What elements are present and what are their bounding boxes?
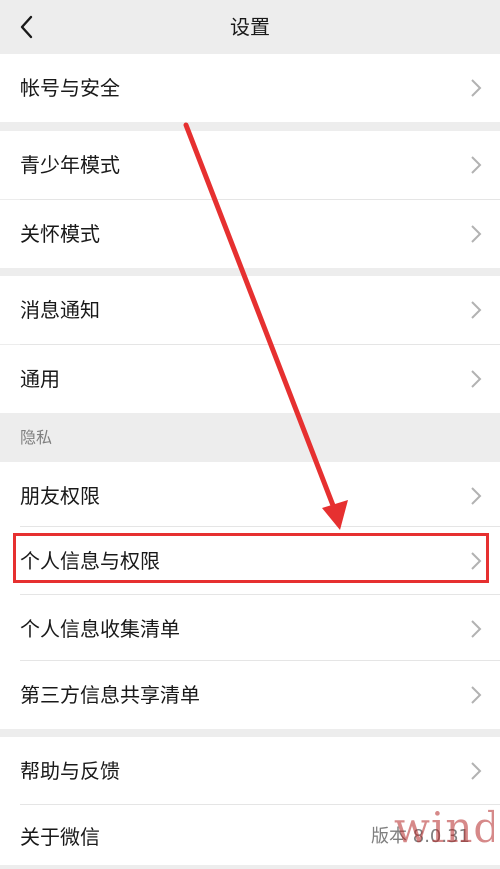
chevron-right-icon: [471, 301, 482, 319]
settings-item-personal-info-collection-list[interactable]: 个人信息收集清单: [0, 595, 500, 663]
section-header-label: 隐私: [20, 428, 53, 447]
chevron-right-icon: [471, 487, 482, 505]
settings-item-third-party-sharing-list[interactable]: 第三方信息共享清单: [0, 661, 500, 729]
settings-item-label: 个人信息与权限: [20, 549, 160, 573]
chevron-right-icon: [471, 762, 482, 780]
settings-item-friend-permissions[interactable]: 朋友权限: [0, 462, 500, 530]
settings-item-notifications[interactable]: 消息通知: [0, 276, 500, 344]
chevron-right-icon: [471, 620, 482, 638]
version-text: 版本 8.0.31: [371, 826, 470, 847]
nav-bar: 设置: [0, 0, 500, 54]
settings-item-label: 帮助与反馈: [20, 759, 120, 783]
settings-item-label: 帐号与安全: [20, 76, 120, 100]
settings-item-personal-info-permissions[interactable]: 个人信息与权限: [0, 527, 500, 595]
chevron-right-icon: [471, 156, 482, 174]
settings-item-label: 关于微信: [20, 825, 100, 849]
chevron-right-icon: [471, 552, 482, 570]
settings-item-label: 消息通知: [20, 298, 100, 322]
settings-item-label: 朋友权限: [20, 484, 100, 508]
settings-item-label: 关怀模式: [20, 222, 100, 246]
settings-item-teen-mode[interactable]: 青少年模式: [0, 131, 500, 199]
section-header-privacy: 隐私: [0, 414, 500, 462]
chevron-right-icon: [471, 686, 482, 704]
settings-item-label: 通用: [20, 367, 60, 391]
settings-item-label: 第三方信息共享清单: [20, 683, 200, 707]
settings-item-label: 个人信息收集清单: [20, 617, 180, 641]
settings-item-help-feedback[interactable]: 帮助与反馈: [0, 737, 500, 805]
chevron-right-icon: [471, 225, 482, 243]
settings-item-label: 青少年模式: [20, 153, 120, 177]
chevron-right-icon: [471, 370, 482, 388]
settings-item-general[interactable]: 通用: [0, 345, 500, 413]
page-title: 设置: [230, 15, 270, 39]
settings-item-account-security[interactable]: 帐号与安全: [0, 54, 500, 122]
chevron-right-icon: [471, 79, 482, 97]
settings-item-care-mode[interactable]: 关怀模式: [0, 200, 500, 268]
settings-item-about-wechat[interactable]: 关于微信 版本 8.0.31: [0, 805, 500, 865]
